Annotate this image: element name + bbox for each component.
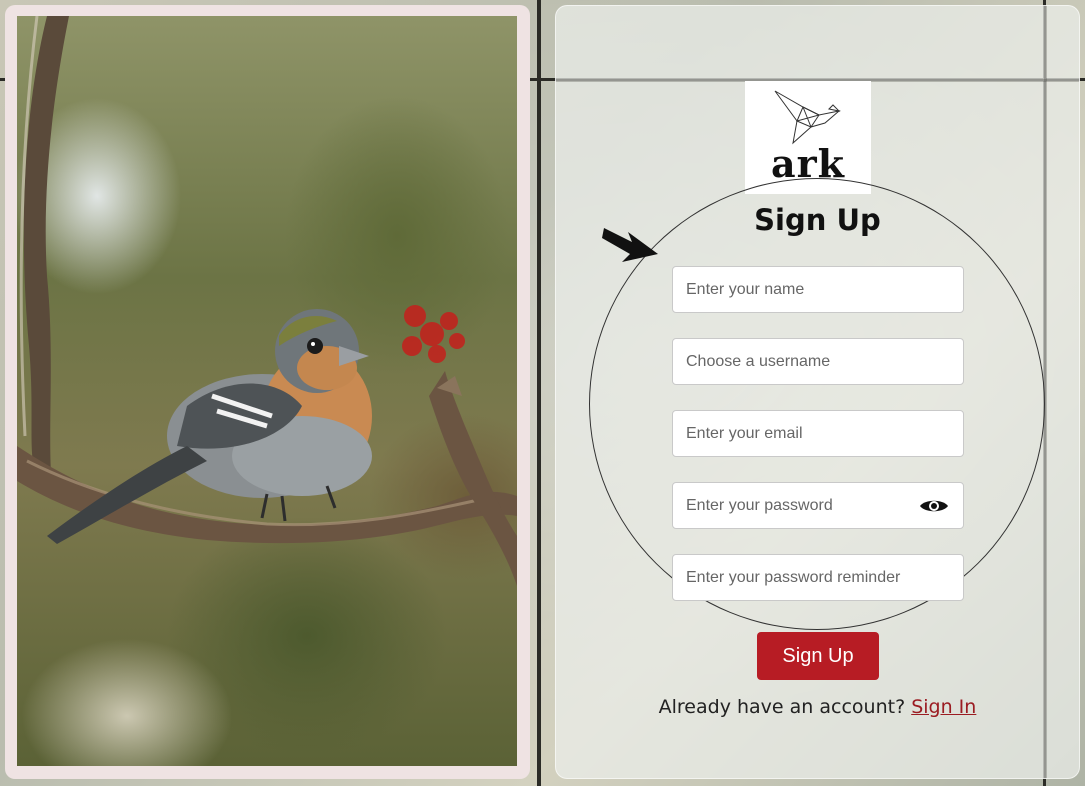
signup-button[interactable]: Sign Up: [757, 632, 879, 680]
signup-card: ark Sign Up Sign Up Already have an acco…: [555, 5, 1080, 779]
signin-prompt-text: Already have an account?: [658, 696, 906, 718]
email-field[interactable]: [672, 410, 964, 457]
password-field[interactable]: [672, 482, 964, 529]
username-field[interactable]: [672, 338, 964, 385]
password-reminder-input[interactable]: [673, 555, 963, 600]
eye-icon[interactable]: [919, 497, 949, 519]
hero-photo: [17, 16, 517, 766]
signin-prompt: Already have an account? Sign In: [556, 696, 1079, 718]
eye-icon-graphic: [920, 500, 948, 512]
password-reminder-field[interactable]: [672, 554, 964, 601]
signin-link[interactable]: Sign In: [911, 696, 976, 718]
origami-bird-icon: [774, 90, 841, 145]
username-input[interactable]: [673, 339, 963, 384]
email-input[interactable]: [673, 411, 963, 456]
wall-seam: [537, 0, 541, 786]
hero-photo-card: [5, 5, 530, 779]
bird-illustration: [17, 16, 517, 586]
page-title: Sign Up: [754, 203, 881, 237]
name-field[interactable]: [672, 266, 964, 313]
name-input[interactable]: [673, 267, 963, 312]
brand-logo: ark: [745, 81, 871, 194]
